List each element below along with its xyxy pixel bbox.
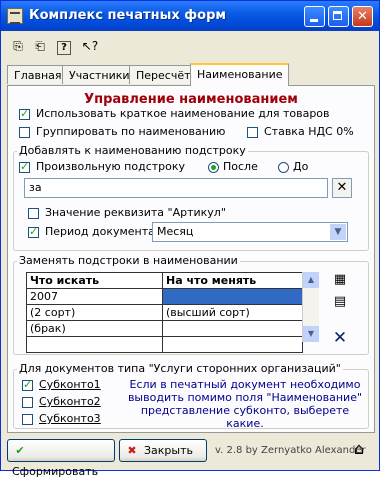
add-row-icon[interactable]: ▦ bbox=[330, 270, 350, 290]
before-radio[interactable] bbox=[278, 162, 289, 173]
article-label: Значение реквизита "Артикул" bbox=[45, 206, 226, 219]
maximize-icon bbox=[333, 11, 342, 20]
subconto2-label: Субконто2 bbox=[39, 395, 101, 408]
close-icon: ✖ bbox=[127, 444, 137, 457]
naming-panel: Управление наименованием Использовать кр… bbox=[7, 85, 375, 433]
group-by-name-label: Группировать по наименованию bbox=[36, 125, 226, 138]
minimize-button[interactable] bbox=[304, 6, 325, 27]
short-name-label: Использовать краткое наименование для то… bbox=[36, 107, 330, 120]
column-header-replace[interactable]: На что менять bbox=[162, 272, 303, 289]
subconto1-label: Субконто1 bbox=[39, 378, 101, 391]
table-cell[interactable]: (высший сорт) bbox=[162, 304, 303, 321]
close-window-button[interactable]: ✕ bbox=[352, 6, 373, 27]
main-window: Комплекс печатных форм ✕ ⎘ ⎗ ? ↖? Главна… bbox=[0, 0, 380, 478]
table-scrollbar[interactable]: ▲ ▼ bbox=[302, 272, 319, 342]
after-radio[interactable] bbox=[208, 162, 219, 173]
table-row[interactable] bbox=[26, 336, 303, 353]
chevron-down-icon[interactable]: ▼ bbox=[330, 224, 346, 240]
arbitrary-substring-label: Произвольную подстроку bbox=[36, 160, 186, 173]
help-icon[interactable]: ? bbox=[57, 41, 71, 55]
period-select[interactable]: Месяц ▼ bbox=[152, 222, 348, 242]
subconto1-checkbox[interactable] bbox=[22, 378, 33, 391]
close-button-label: Закрыть bbox=[144, 444, 193, 457]
form-button[interactable]: ✔ Сформировать bbox=[7, 439, 115, 478]
clear-substring-button[interactable]: ✕ bbox=[332, 178, 352, 198]
tab-recalc[interactable]: Пересчёт bbox=[129, 65, 198, 84]
tab-naming[interactable]: Наименование bbox=[190, 63, 290, 86]
subconto3-checkbox[interactable] bbox=[22, 414, 33, 425]
table-cell[interactable] bbox=[162, 336, 303, 353]
services-note: Если в печатный документ необходимо выво… bbox=[127, 378, 363, 430]
scroll-up-icon[interactable]: ▲ bbox=[303, 272, 319, 288]
table-cell[interactable] bbox=[162, 320, 303, 337]
checkmark-icon: ✔ bbox=[15, 444, 25, 457]
table-cell[interactable]: 2007 bbox=[26, 288, 163, 305]
vat-rate-label: Ставка НДС 0% bbox=[264, 125, 354, 138]
maximize-button[interactable] bbox=[328, 6, 349, 27]
table-cell[interactable] bbox=[162, 288, 303, 305]
pointer-help-icon[interactable]: ↖? bbox=[81, 37, 99, 55]
printer-form-icon bbox=[7, 8, 23, 24]
version-label: v. 2.8 by Zernyatko Alexander bbox=[215, 445, 366, 456]
close-button[interactable]: ✖ Закрыть bbox=[119, 439, 207, 462]
save-icon[interactable]: ⎘ bbox=[9, 37, 27, 55]
close-icon: ✕ bbox=[336, 180, 348, 195]
period-label: Период документа: bbox=[45, 225, 159, 238]
table-cell[interactable]: (2 сорт) bbox=[26, 304, 163, 321]
add-substring-title: Добавлять к наименованию подстроку bbox=[17, 144, 248, 157]
tab-strip: Главная Участники Пересчёт Наименование bbox=[7, 63, 375, 86]
table-cell[interactable]: (брак) bbox=[26, 320, 163, 337]
delete-row-icon[interactable]: ▤ bbox=[330, 292, 350, 312]
short-name-checkbox[interactable] bbox=[19, 107, 30, 120]
page-title: Управление наименованием bbox=[84, 92, 298, 107]
subconto2-checkbox[interactable] bbox=[22, 397, 33, 408]
home-icon[interactable]: ⌂ bbox=[349, 439, 369, 459]
group-by-name-checkbox[interactable] bbox=[19, 127, 30, 138]
table-row[interactable]: (брак) bbox=[26, 320, 303, 337]
before-label: До bbox=[293, 160, 309, 173]
period-checkbox[interactable] bbox=[28, 225, 39, 238]
table-row[interactable]: 2007 bbox=[26, 288, 303, 305]
tab-participants[interactable]: Участники bbox=[62, 65, 137, 84]
table-row[interactable]: (2 сорт) (высший сорт) bbox=[26, 304, 303, 321]
column-header-find[interactable]: Что искать bbox=[26, 272, 163, 289]
substring-input[interactable]: за bbox=[24, 178, 328, 198]
window-title: Комплекс печатных форм bbox=[29, 8, 226, 23]
clear-table-icon[interactable]: ✕ bbox=[330, 328, 350, 348]
replace-title: Заменять подстроки в наименовании bbox=[17, 254, 240, 267]
period-select-value: Месяц bbox=[157, 225, 194, 238]
vat-rate-checkbox[interactable] bbox=[247, 127, 258, 138]
scroll-down-icon[interactable]: ▼ bbox=[303, 326, 319, 342]
article-checkbox[interactable] bbox=[28, 208, 39, 219]
minimize-icon bbox=[310, 19, 318, 22]
form-button-label: Сформировать bbox=[12, 465, 99, 478]
close-icon: ✕ bbox=[357, 9, 368, 24]
title-bar[interactable]: Комплекс печатных форм ✕ bbox=[1, 1, 379, 31]
arbitrary-substring-checkbox[interactable] bbox=[19, 160, 30, 173]
load-icon[interactable]: ⎗ bbox=[31, 37, 49, 55]
services-title: Для документов типа "Услуги сторонних ор… bbox=[17, 362, 343, 375]
toolbar: ⎘ ⎗ ? ↖? bbox=[1, 33, 379, 59]
tab-main[interactable]: Главная bbox=[7, 65, 69, 84]
after-label: После bbox=[223, 160, 258, 173]
table-header-row: Что искать На что менять bbox=[26, 272, 303, 289]
table-cell[interactable] bbox=[26, 336, 163, 353]
subconto3-label: Субконто3 bbox=[39, 412, 101, 425]
replace-table: Что искать На что менять 2007 (2 сорт) (… bbox=[26, 272, 303, 353]
